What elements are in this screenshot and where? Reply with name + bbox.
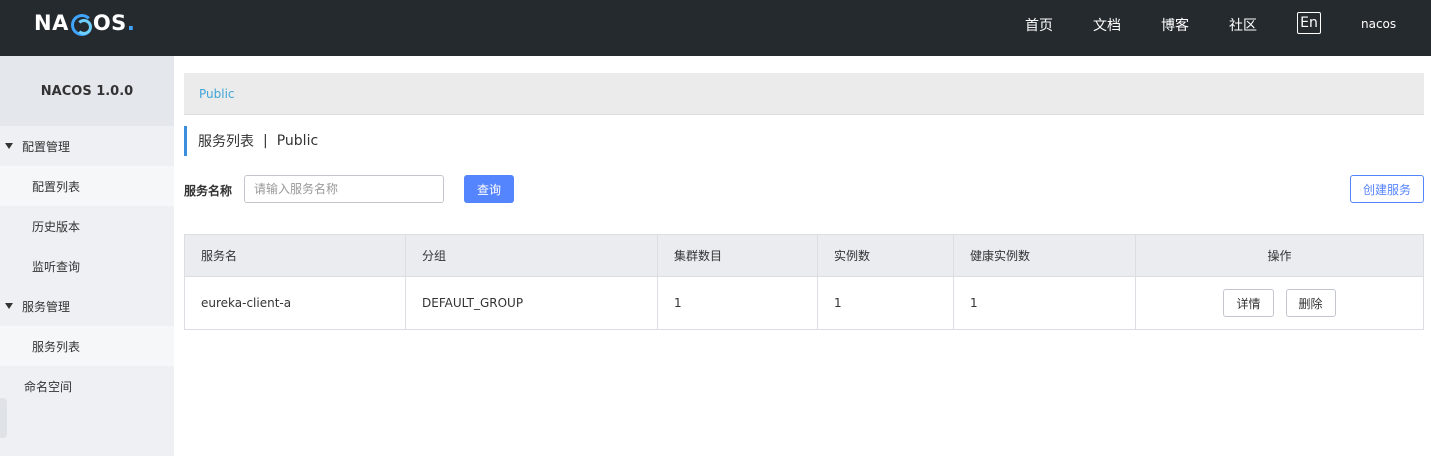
sidebar-collapse-handle[interactable] <box>0 398 7 438</box>
header-operations: 操作 <box>1267 249 1292 263</box>
sidebar-title: NACOS 1.0.0 <box>0 56 174 126</box>
logo-dot: . <box>126 11 136 35</box>
page-title: 服务列表 | Public <box>184 126 318 156</box>
delete-button[interactable]: 删除 <box>1285 289 1336 317</box>
breadcrumb: Public <box>184 73 1424 115</box>
sidebar-group-label: 配置管理 <box>22 139 71 154</box>
logo-text-a: NA <box>34 11 69 35</box>
page-title-namespace: Public <box>276 133 319 149</box>
nav-blog[interactable]: 博客 <box>1161 15 1189 35</box>
cell-group: DEFAULT_GROUP <box>406 277 658 329</box>
service-table: 服务名 分组 集群数目 实例数 健康实例数 操作 eureka-client-a… <box>184 234 1424 330</box>
sidebar-group-label: 服务管理 <box>22 299 71 314</box>
sidebar-item-config-list[interactable]: 配置列表 <box>0 166 174 206</box>
service-name-label: 服务名称 <box>184 184 233 198</box>
sidebar-group-service[interactable]: 服务管理 <box>0 286 174 326</box>
service-name-input[interactable] <box>244 175 444 203</box>
user-name[interactable]: nacos <box>1361 17 1396 31</box>
sidebar-group-config[interactable]: 配置管理 <box>0 126 174 166</box>
cell-cluster-count: 1 <box>658 277 818 329</box>
cell-service-name: eureka-client-a <box>185 277 406 329</box>
nav-community[interactable]: 社区 <box>1229 15 1257 35</box>
top-bar: NA OS . 首页 文档 博客 社区 En nacos <box>0 0 1431 56</box>
nacos-logo[interactable]: NA OS . <box>34 10 135 36</box>
logo-c-icon <box>70 12 93 36</box>
create-service-button[interactable]: 创建服务 <box>1350 175 1424 203</box>
nav-docs[interactable]: 文档 <box>1093 15 1121 35</box>
query-button[interactable]: 查询 <box>464 175 514 203</box>
cell-operations: 详情 删除 <box>1136 277 1423 329</box>
page-title-text: 服务列表 <box>198 134 254 150</box>
breadcrumb-namespace[interactable]: Public <box>199 87 235 101</box>
page-title-separator: | <box>263 133 268 149</box>
table-row: eureka-client-a DEFAULT_GROUP 1 1 1 详情 删… <box>185 277 1423 329</box>
sidebar-item-namespace[interactable]: 命名空间 <box>0 366 174 406</box>
cell-healthy-count: 1 <box>954 277 1136 329</box>
header-healthy-instance-count: 健康实例数 <box>954 235 1136 276</box>
sidebar-item-listener-query[interactable]: 监听查询 <box>0 246 174 286</box>
language-switch-button[interactable]: En <box>1297 12 1321 34</box>
caret-down-icon <box>5 303 13 309</box>
logo-text-b: OS <box>92 11 127 35</box>
header-group: 分组 <box>406 235 658 276</box>
nav-home[interactable]: 首页 <box>1025 15 1053 35</box>
caret-down-icon <box>5 143 13 149</box>
sidebar-item-service-list[interactable]: 服务列表 <box>0 326 174 366</box>
table-header: 服务名 分组 集群数目 实例数 健康实例数 操作 <box>185 235 1423 277</box>
detail-button[interactable]: 详情 <box>1223 289 1274 317</box>
cell-instance-count: 1 <box>818 277 954 329</box>
sidebar: NACOS 1.0.0 配置管理 配置列表 历史版本 监听查询 服务管理 服务列… <box>0 56 174 456</box>
header-service-name: 服务名 <box>185 235 406 276</box>
header-cluster-count: 集群数目 <box>658 235 818 276</box>
header-instance-count: 实例数 <box>818 235 954 276</box>
sidebar-item-history[interactable]: 历史版本 <box>0 206 174 246</box>
